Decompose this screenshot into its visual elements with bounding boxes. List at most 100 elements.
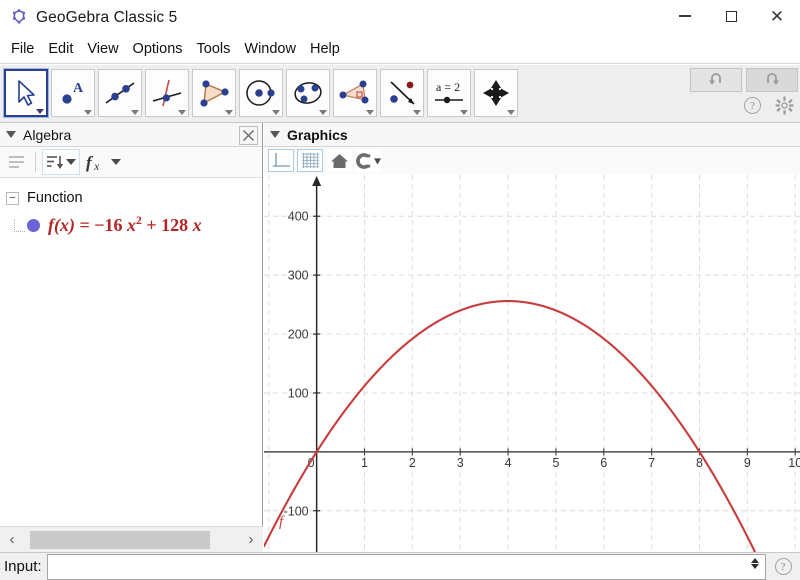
perpendicular-line-icon [152,79,182,107]
svg-text:9: 9 [744,456,751,470]
scrollbar-track[interactable] [24,530,239,549]
tool-palette: A a = 2 [4,69,518,117]
input-help-button[interactable]: f x [82,149,124,175]
parabola-curve[interactable] [264,300,800,552]
redo-button[interactable] [746,68,798,92]
chevron-down-icon [507,110,515,115]
undo-button[interactable] [690,68,742,92]
point-capturing-button[interactable] [355,149,381,172]
line-through-points-icon [105,82,135,104]
object-visibility-toggle[interactable] [27,218,40,232]
menu-item-window[interactable]: Window [237,38,303,61]
triangle-down-icon[interactable] [270,131,280,138]
angle-tool[interactable] [333,69,377,117]
ellipse-tool[interactable] [286,69,330,117]
magnet-icon [356,152,381,169]
svg-text:400: 400 [288,210,309,224]
variable-x-squared: x [127,215,137,235]
triangle-down-icon[interactable] [6,131,16,138]
menu-item-options[interactable]: Options [126,38,190,61]
function-expression[interactable]: f(x) = −16 x2 + 128 x [48,214,202,236]
circle-tool[interactable] [239,69,283,117]
maximize-button[interactable] [708,0,754,32]
svg-text:a = 2: a = 2 [436,80,460,94]
reflect-about-line-icon [390,81,415,105]
ellipse-conic-icon [294,82,322,104]
svg-text:300: 300 [288,269,309,283]
input-field[interactable] [46,553,766,580]
slider-a-equals-2-icon: a = 2 [435,80,463,104]
arrow-cursor-icon [18,80,35,106]
triangle-polygon-icon [200,80,229,107]
collapse-toggle-icon[interactable]: − [6,191,19,205]
polygon-tool[interactable] [192,69,236,117]
window-title: GeoGebra Classic 5 [36,9,178,26]
graphics-style-bar [264,147,800,174]
algebra-close-button[interactable] [239,126,258,145]
input-bar-label: Input: [4,558,42,575]
spinner-down-arrow[interactable] [751,563,759,569]
scroll-right-button[interactable]: › [239,528,263,552]
scroll-left-button[interactable]: ‹ [0,528,24,552]
menu-item-file[interactable]: File [4,38,41,61]
equals-sign: = [79,215,90,235]
menu-bar: File Edit View Options Tools Window Help [0,36,800,64]
move-graphics-tool[interactable] [474,69,518,117]
axis-tick-labels: 0 1 2 3 4 5 6 7 8 9 10-100100200300400 [284,210,800,519]
graphics-canvas[interactable]: 0 1 2 3 4 5 6 7 8 9 10 -100 100 200 300 400 f [264,175,800,552]
tree-category-row[interactable]: − Function [0,186,262,210]
graphics-panel-title: Graphics [287,126,348,143]
question-mark-circle-icon: ? [774,558,792,575]
point-tool[interactable]: A [51,69,95,117]
svg-text:6: 6 [600,456,607,470]
move-tool[interactable] [4,69,48,117]
menu-item-help[interactable]: Help [303,38,347,61]
circle-center-point-icon [246,80,275,106]
close-button[interactable]: ✕ [754,0,800,32]
input-bar: Input: ? [0,552,800,580]
algebra-horizontal-scrollbar[interactable]: ‹ › [0,526,263,552]
coefficient-b: 128 [161,215,189,235]
menu-item-tools[interactable]: Tools [190,38,238,61]
home-icon [330,153,348,168]
chevron-down-icon[interactable] [66,159,76,165]
input-help-button[interactable]: ? [766,554,800,580]
menu-item-view[interactable]: View [80,38,125,61]
chevron-down-icon [225,110,233,115]
tree-category-label: Function [27,190,83,206]
algebra-panel-title: Algebra [23,126,72,143]
chevron-down-icon [131,110,139,115]
chevron-down-icon [272,110,280,115]
up-down-spinner-icon[interactable] [751,557,759,569]
reflect-tool[interactable] [380,69,424,117]
slider-tool[interactable]: a = 2 [427,69,471,117]
svg-text:2: 2 [409,456,416,470]
list-item[interactable]: f(x) = −16 x2 + 128 x [0,210,262,240]
algebra-object-tree: − Function f(x) = −16 x2 + 128 x [0,178,262,240]
scrollbar-thumb[interactable] [30,530,210,549]
function-plot[interactable]: 0 1 2 3 4 5 6 7 8 9 10-100100200300400 f [264,175,800,552]
standard-view-button[interactable] [326,149,352,172]
menu-item-edit[interactable]: Edit [41,38,80,61]
chevron-down-icon [178,110,186,115]
main-toolbar: A a = 2 ? [0,65,800,123]
graphics-panel-header: Graphics [264,123,800,147]
minimize-button[interactable] [662,0,708,32]
svg-text:200: 200 [288,328,309,342]
fx-formula-icon: f x [86,153,100,172]
gear-icon[interactable] [775,96,794,115]
show-hide-axes-button[interactable] [268,149,294,172]
perpendicular-line-tool[interactable] [145,69,189,117]
close-icon: ✕ [769,6,785,26]
chevron-down-icon[interactable] [111,159,121,165]
move-graphics-view-icon [483,80,509,106]
question-mark-circle-icon[interactable]: ? [744,97,761,114]
sort-by-button[interactable] [42,149,80,175]
maximize-icon [725,10,737,22]
show-hide-grid-button[interactable] [297,149,323,172]
chevron-down-icon [36,109,44,114]
line-tool[interactable] [98,69,142,117]
variable-x: x [192,215,202,235]
spinner-up-arrow[interactable] [751,557,759,563]
algebra-description-button[interactable] [4,149,29,175]
